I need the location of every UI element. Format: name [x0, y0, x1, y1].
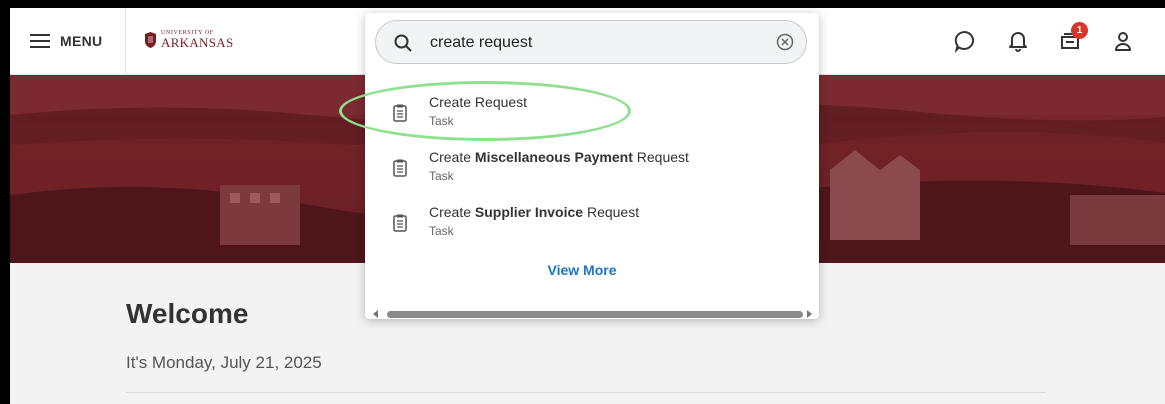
user-icon [1115, 32, 1131, 51]
logo-text: UNIVERSITY OF ARKANSAS [161, 30, 233, 49]
chat-icon [954, 30, 974, 53]
horizontal-scrollbar[interactable] [373, 309, 813, 319]
search-dropdown: Create Request Task Create Miscellaneous… [365, 13, 819, 319]
result-title: Create Request [429, 94, 528, 110]
clear-search-icon[interactable] [776, 33, 794, 51]
notifications-button[interactable] [1005, 28, 1031, 54]
result-title: Create Miscellaneous Payment Request [429, 149, 689, 165]
chat-button[interactable] [952, 28, 978, 54]
search-result-item[interactable]: Create Supplier Invoice Request Task [365, 198, 819, 248]
scroll-right-arrow-icon[interactable] [807, 310, 812, 318]
university-logo[interactable]: UNIVERSITY OF ARKANSAS [144, 30, 233, 49]
date-text: It's Monday, July 21, 2025 [126, 353, 322, 372]
divider [126, 392, 1046, 393]
menu-label: MENU [60, 33, 103, 49]
task-clipboard-icon [393, 159, 407, 177]
hamburger-icon [30, 34, 50, 48]
search-input[interactable] [428, 31, 762, 55]
logo-big-text: ARKANSAS [161, 35, 234, 50]
task-clipboard-icon [393, 104, 407, 122]
search-box[interactable] [375, 20, 807, 64]
result-type: Task [429, 169, 454, 183]
inbox-badge: 1 [1071, 22, 1088, 39]
scroll-left-arrow-icon[interactable] [373, 310, 378, 318]
inbox-button[interactable]: 1 [1057, 22, 1088, 54]
profile-button[interactable] [1110, 28, 1136, 54]
menu-button[interactable]: MENU [30, 8, 102, 74]
task-clipboard-icon [393, 214, 407, 232]
bell-icon [1009, 32, 1027, 52]
search-result-item[interactable]: Create Request Task [365, 88, 819, 138]
app-frame: MENU UNIVERSITY OF ARKANSAS 1 Welcome It… [10, 8, 1165, 404]
razorback-logo-icon [145, 31, 156, 48]
scrollbar-thumb[interactable] [387, 311, 803, 318]
result-type: Task [429, 224, 454, 238]
view-more-link[interactable]: View More [365, 262, 799, 278]
welcome-heading: Welcome [126, 298, 249, 329]
result-type: Task [429, 114, 454, 128]
divider [125, 8, 126, 74]
search-icon [394, 34, 412, 52]
result-title: Create Supplier Invoice Request [429, 204, 640, 220]
search-result-item[interactable]: Create Miscellaneous Payment Request Tas… [365, 143, 819, 193]
